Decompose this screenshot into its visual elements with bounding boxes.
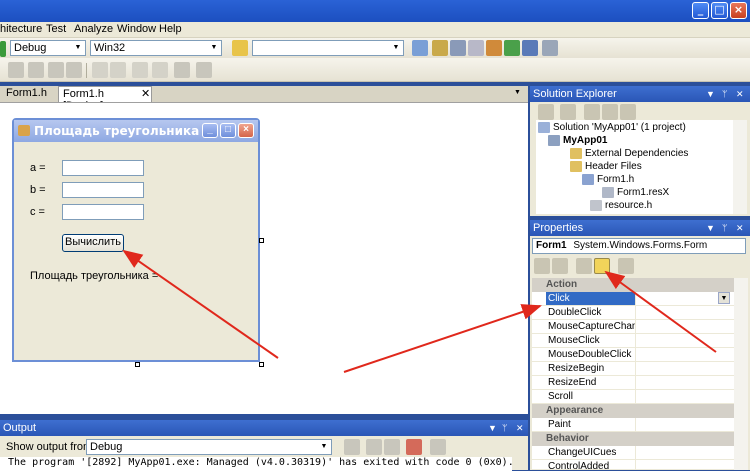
arrow-to-events-button	[604, 270, 717, 353]
arrow-to-click-event	[343, 304, 542, 373]
annotation-arrows	[122, 249, 717, 373]
arrow-to-button	[122, 249, 279, 359]
